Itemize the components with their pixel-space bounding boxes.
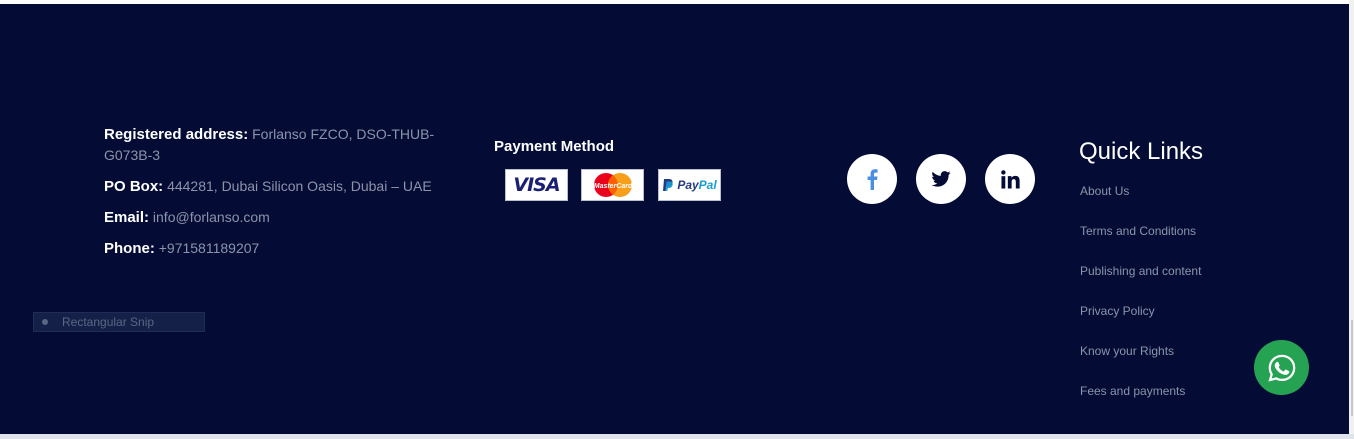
mastercard-text: MasterCard [593, 183, 632, 190]
page-bottom-edge [0, 434, 1354, 439]
facebook-button[interactable] [847, 154, 897, 204]
mastercard-icon: MasterCard [593, 173, 632, 197]
visa-logo: VISA [505, 169, 568, 201]
pobox-label: PO Box: [104, 178, 164, 195]
linkedin-icon [1000, 169, 1020, 189]
twitter-icon [931, 171, 951, 187]
twitter-button[interactable] [916, 154, 966, 204]
quick-link-terms[interactable]: Terms and Conditions [1080, 224, 1196, 238]
paypal-text-pay: Pay [677, 178, 699, 192]
pobox-line: PO Box: 444281, Dubai Silicon Oasis, Dub… [104, 176, 449, 197]
snip-label: Rectangular Snip [62, 315, 155, 329]
email-link[interactable]: info@forlanso.com [153, 209, 270, 225]
payment-method-title: Payment Method [494, 138, 615, 155]
quick-link-rights[interactable]: Know your Rights [1080, 344, 1174, 358]
pobox-value: 444281, Dubai Silicon Oasis, Dubai – UAE [167, 178, 432, 194]
paypal-p-icon [663, 179, 674, 191]
address-label: Registered address: [104, 126, 249, 143]
email-label: Email: [104, 209, 150, 226]
email-line: Email: info@forlanso.com [104, 207, 449, 228]
quick-link-about-us[interactable]: About Us [1080, 184, 1129, 198]
whatsapp-button[interactable] [1254, 340, 1309, 395]
paypal-logo: Pay Pal [658, 169, 721, 201]
snip-dot-icon [42, 319, 48, 325]
quick-links-title: Quick Links [1079, 138, 1204, 165]
scrollbar-thumb[interactable] [1351, 320, 1353, 416]
paypal-text-pal: Pal [698, 178, 717, 192]
address-line: Registered address: Forlanso FZCO, DSO-T… [104, 124, 449, 166]
phone-label: Phone: [104, 240, 155, 257]
facebook-icon [867, 169, 878, 190]
phone-link[interactable]: +971581189207 [159, 240, 260, 256]
visa-text: VISA [513, 174, 560, 196]
quick-link-fees[interactable]: Fees and payments [1080, 384, 1185, 398]
quick-link-privacy[interactable]: Privacy Policy [1080, 304, 1155, 318]
whatsapp-icon [1267, 354, 1295, 382]
linkedin-button[interactable] [985, 154, 1035, 204]
phone-line: Phone: +971581189207 [104, 238, 449, 259]
mastercard-logo: MasterCard [581, 169, 644, 201]
quick-link-publishing[interactable]: Publishing and content [1080, 264, 1201, 278]
rectangular-snip-overlay[interactable]: Rectangular Snip [33, 312, 205, 332]
contact-block: Registered address: Forlanso FZCO, DSO-T… [104, 124, 449, 269]
